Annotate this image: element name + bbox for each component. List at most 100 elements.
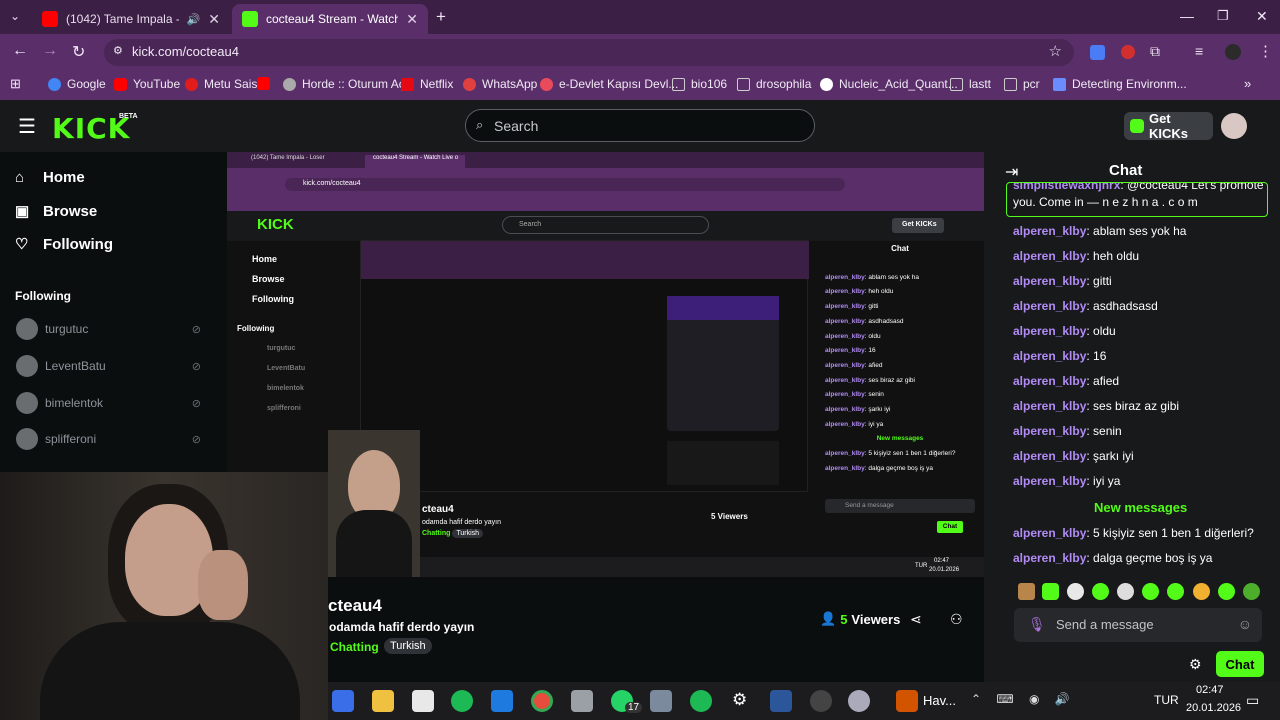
app-icon-2[interactable] (848, 690, 870, 712)
bookmark-google[interactable]: Google (48, 77, 106, 91)
hamburger-menu-icon[interactable]: ☰ (18, 114, 36, 139)
emote-icon[interactable] (1142, 583, 1159, 600)
channel-name[interactable]: cteau4 (328, 596, 382, 616)
spotify-icon-2[interactable] (690, 690, 712, 712)
chat-username[interactable]: alperen_klby (1013, 224, 1086, 238)
emote-icon[interactable] (1067, 583, 1084, 600)
chat-username[interactable]: alperen_klby (1013, 299, 1086, 313)
following-item[interactable]: bimelentok ⊘ (16, 392, 201, 414)
bookmark-star-icon[interactable]: ☆ (1049, 42, 1062, 60)
forward-arrow-icon[interactable]: → (42, 42, 58, 60)
follow-user-icon[interactable]: ⚇ (950, 611, 963, 628)
spotify-icon[interactable] (451, 690, 473, 712)
sidebar-item-browse[interactable]: ▣ Browse (15, 202, 97, 221)
new-tab-button[interactable]: + (436, 7, 446, 27)
more-bookmarks-icon[interactable]: » (1244, 76, 1251, 91)
audio-icon[interactable]: 🔊 (187, 13, 201, 26)
back-arrow-icon[interactable]: ← (12, 42, 28, 60)
chat-username[interactable]: alperen_klby (1013, 474, 1086, 488)
file-explorer-icon[interactable] (372, 690, 394, 712)
emote-icon[interactable] (1167, 583, 1184, 600)
store-icon[interactable] (412, 690, 434, 712)
url-field[interactable]: ⚙ kick.com/cocteau4 ☆ (104, 39, 1074, 66)
clock-time[interactable]: 02:47 (1196, 684, 1224, 696)
emote-icon[interactable] (1193, 583, 1210, 600)
calculator-icon[interactable] (650, 690, 672, 712)
tab-search-chevron-icon[interactable]: ⌄ (10, 9, 20, 23)
emote-icon[interactable] (1243, 583, 1260, 600)
site-info-icon[interactable]: ⚙ (113, 44, 123, 57)
tab-kick[interactable]: cocteau4 Stream - Watch Live o ✕ (232, 4, 428, 34)
search-input[interactable]: ⌕ Search (465, 109, 815, 142)
bookmark-detecting[interactable]: Detecting Environm... (1053, 77, 1187, 91)
minimize-button[interactable]: — (1180, 8, 1194, 24)
emote-icon[interactable] (1092, 583, 1109, 600)
new-messages-divider[interactable]: New messages (1094, 500, 1187, 515)
system-tray-icons[interactable]: ⌃ ⌨ ◉ 🔊 (971, 692, 1076, 706)
extensions-puzzle-icon[interactable]: ⧉ (1150, 43, 1160, 60)
get-kicks-button[interactable]: Get KICKs (1124, 111, 1213, 141)
emoji-icon[interactable]: ☺ (1238, 616, 1252, 632)
sidebar-item-following[interactable]: ♡ Following (15, 235, 113, 254)
bookmark-youtube[interactable]: YouTube (114, 77, 180, 91)
microphone-icon[interactable]: 🎙 (1028, 616, 1046, 633)
chat-send-button[interactable]: Chat (1216, 651, 1264, 677)
chat-username[interactable]: alperen_klby (1013, 374, 1086, 388)
emote-icon[interactable] (1042, 583, 1059, 600)
copilot-icon[interactable] (332, 690, 354, 712)
chat-username[interactable]: alperen_klby (1013, 424, 1086, 438)
settings-gear-icon[interactable]: ⚙ (732, 690, 747, 710)
bookmark-edevlet[interactable]: e-Devlet Kapısı Devl... (540, 77, 678, 91)
word-icon[interactable] (770, 690, 792, 712)
chat-username[interactable]: alperen_klby (1013, 399, 1086, 413)
extension-icon[interactable] (1121, 45, 1135, 59)
chat-message-input[interactable]: 🎙 Send a message ☺ (1014, 608, 1262, 642)
bookmark-pcr[interactable]: pcr (1004, 77, 1040, 91)
emote-icon[interactable] (1218, 583, 1235, 600)
weather-label[interactable]: Hav... (923, 693, 956, 708)
obs-icon[interactable] (810, 690, 832, 712)
apps-grid-icon[interactable]: ⊞ (10, 76, 21, 92)
chat-username[interactable]: alperen_klby (1013, 349, 1086, 363)
pinned-user[interactable]: simplistiewaxhjhrx (1013, 183, 1120, 192)
tag-badge[interactable]: Turkish (384, 638, 432, 654)
close-tab-icon[interactable]: ✕ (406, 11, 418, 28)
category-link[interactable]: Chatting (330, 640, 379, 654)
following-item[interactable]: LeventBatu ⊘ (16, 355, 201, 377)
browser-menu-icon[interactable]: ⋮ (1258, 42, 1273, 60)
chrome-icon[interactable] (531, 690, 553, 712)
chat-username[interactable]: alperen_klby (1013, 526, 1086, 540)
weather-icon[interactable] (896, 690, 918, 712)
close-window-button[interactable]: ✕ (1256, 8, 1268, 25)
notifications-icon[interactable]: ▭ (1246, 692, 1259, 709)
emote-icon[interactable] (1018, 583, 1035, 600)
clock-date[interactable]: 20.01.2026 (1186, 702, 1241, 714)
chat-settings-gear-icon[interactable]: ⚙ (1189, 656, 1202, 673)
chat-username[interactable]: alperen_klby (1013, 449, 1086, 463)
tab-youtube[interactable]: (1042) Tame Impala - Loser 🔊 ✕ (32, 4, 230, 34)
chat-username[interactable]: alperen_klby (1013, 324, 1086, 338)
share-icon[interactable]: ⋖ (910, 611, 922, 628)
bookmark-lastt[interactable]: lastt (950, 77, 991, 91)
reload-icon[interactable]: ↻ (72, 42, 85, 62)
language-indicator[interactable]: TUR (1154, 693, 1179, 707)
user-avatar[interactable] (1221, 113, 1247, 139)
maximize-button[interactable]: ❐ (1217, 8, 1229, 24)
chat-username[interactable]: alperen_klby (1013, 274, 1086, 288)
following-item[interactable]: splifferoni ⊘ (16, 428, 201, 450)
sidebar-item-home[interactable]: ⌂ Home (15, 169, 85, 186)
translate-extension-icon[interactable] (1090, 45, 1105, 60)
chat-username[interactable]: alperen_klby (1013, 249, 1086, 263)
bookmark-horde[interactable]: Horde :: Oturum Aç (283, 77, 405, 91)
bookmark-whatsapp[interactable]: WhatsApp (463, 77, 537, 91)
app-icon[interactable] (571, 690, 593, 712)
outlook-icon[interactable] (491, 690, 513, 712)
bookmark-bio106[interactable]: bio106 (672, 77, 727, 91)
collapse-chat-icon[interactable]: ⇥ (1005, 162, 1018, 182)
media-control-icon[interactable]: ≡ (1195, 43, 1203, 59)
emote-icon[interactable] (1117, 583, 1134, 600)
close-tab-icon[interactable]: ✕ (208, 11, 220, 28)
bookmark-youtube-2[interactable] (257, 77, 276, 90)
following-item[interactable]: turgutuc ⊘ (16, 318, 201, 340)
bookmark-netflix[interactable]: Netflix (401, 77, 453, 91)
